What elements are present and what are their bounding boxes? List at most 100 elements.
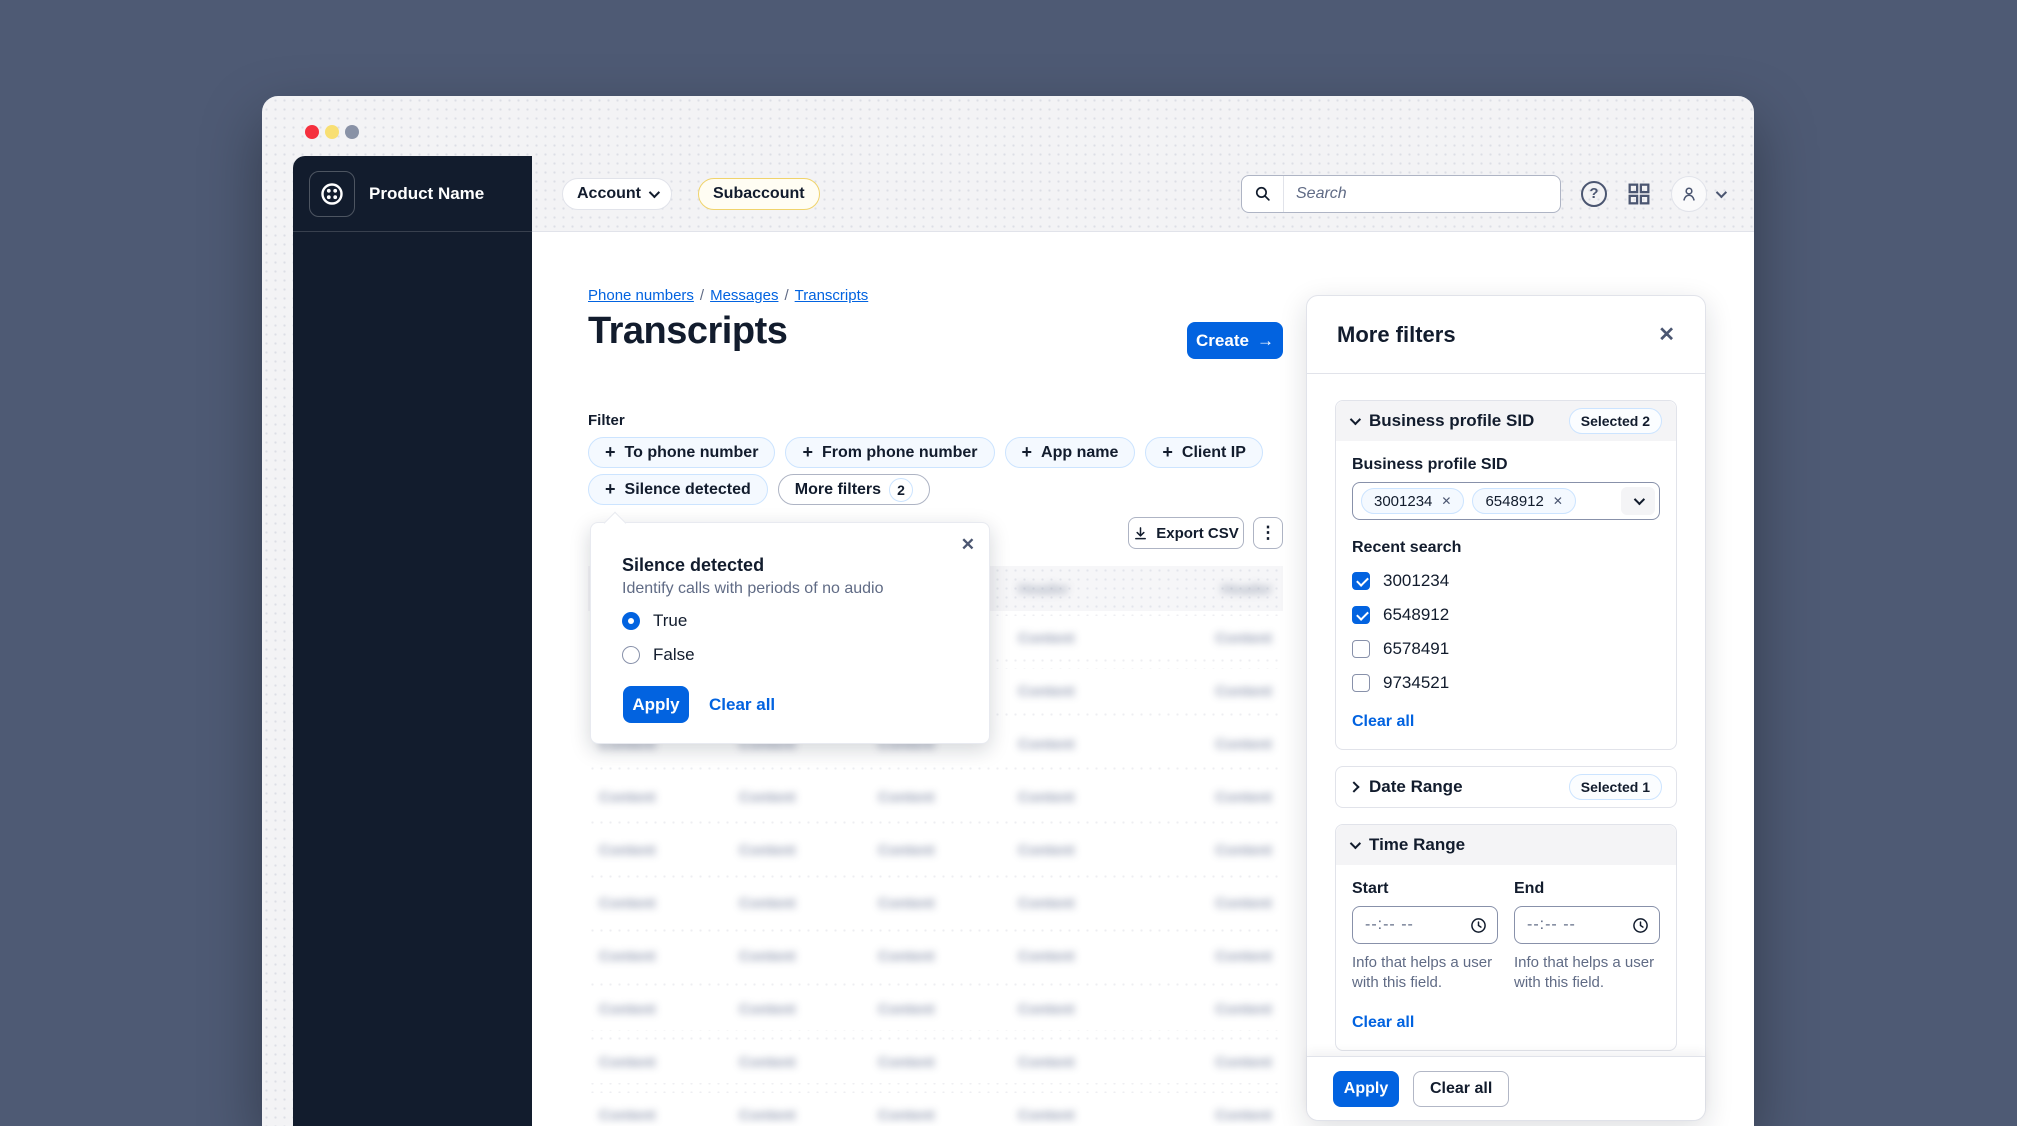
blurred-cell: Content (878, 842, 935, 859)
recent-search-item[interactable]: 6578491 (1352, 639, 1660, 659)
tag-remove-icon[interactable]: ✕ (1553, 494, 1563, 508)
blurred-cell: Content (878, 948, 935, 965)
more-filters-chip[interactable]: More filters2 (778, 474, 930, 505)
user-menu-button[interactable] (1671, 176, 1724, 212)
recent-search-value: 9734521 (1383, 673, 1449, 693)
user-icon (1680, 185, 1698, 203)
table-overflow-menu-button[interactable]: ⋮ (1253, 517, 1283, 549)
minimize-window-dot[interactable] (325, 125, 339, 139)
sidebar-header: Product Name (293, 156, 532, 232)
breadcrumb-link[interactable]: Phone numbers (588, 287, 694, 304)
recent-search-item[interactable]: 9734521 (1352, 673, 1660, 693)
plus-icon: + (1022, 442, 1033, 463)
business-sid-multiselect[interactable]: 3001234 ✕ 6548912 ✕ (1352, 482, 1660, 520)
window-controls (305, 125, 359, 139)
blurred-cell: Content (1215, 630, 1272, 647)
download-icon (1133, 526, 1148, 541)
help-button[interactable]: ? (1581, 181, 1607, 207)
export-csv-button[interactable]: Export CSV (1128, 517, 1244, 549)
radio-unselected-icon[interactable] (622, 646, 640, 664)
avatar (1671, 176, 1707, 212)
blurred-cell: Content (1215, 1054, 1272, 1071)
end-helper-text: Info that helps a user with this field. (1514, 953, 1660, 994)
radio-option-true[interactable]: True (622, 611, 687, 631)
tag-value: 3001234 (1374, 493, 1432, 510)
topbar: Account Subaccount ? (532, 156, 1754, 232)
checkbox-unchecked-icon[interactable] (1352, 640, 1370, 658)
radio-selected-icon[interactable] (622, 612, 640, 630)
accordion-time-header[interactable]: Time Range (1336, 825, 1676, 865)
close-icon: ✕ (961, 535, 975, 554)
product-logo-icon[interactable] (309, 171, 355, 217)
filter-chip[interactable]: +App name (1005, 437, 1136, 468)
clock-icon (1632, 917, 1649, 934)
sidebar: Product Name (293, 156, 532, 1126)
zoom-window-dot[interactable] (345, 125, 359, 139)
recent-search-item[interactable]: 3001234 (1352, 571, 1660, 591)
subaccount-badge[interactable]: Subaccount (698, 178, 820, 210)
end-time-input[interactable] (1527, 916, 1625, 934)
clock-icon (1470, 917, 1487, 934)
selected-tag[interactable]: 6548912 ✕ (1472, 488, 1575, 514)
breadcrumb-separator: / (700, 287, 704, 304)
account-dropdown[interactable]: Account (562, 178, 672, 210)
radio-label: False (653, 645, 695, 665)
checkbox-checked-icon[interactable] (1352, 572, 1370, 590)
blurred-cell: Content (1215, 895, 1272, 912)
search-input[interactable] (1284, 185, 1560, 203)
filter-chip-row-1: +To phone number +From phone number +App n… (588, 437, 1263, 468)
blurred-cell: Content (878, 1001, 935, 1018)
create-label: Create (1196, 331, 1249, 351)
popover-close-button[interactable]: ✕ (961, 535, 975, 555)
filter-chip[interactable]: +To phone number (588, 437, 775, 468)
search-icon[interactable] (1242, 176, 1284, 212)
checkbox-unchecked-icon[interactable] (1352, 674, 1370, 692)
create-button[interactable]: Create → (1187, 322, 1283, 359)
filter-chip[interactable]: +Client IP (1145, 437, 1263, 468)
time-clear-all-link[interactable]: Clear all (1352, 1014, 1414, 1032)
start-time-input[interactable] (1365, 916, 1463, 934)
blurred-cell: Content (1215, 1001, 1272, 1018)
table-row: ContentContentContentContentContent (588, 775, 1283, 818)
breadcrumb-link[interactable]: Messages (710, 287, 778, 304)
popover-apply-button[interactable]: Apply (623, 686, 689, 723)
blurred-cell: Content (599, 895, 656, 912)
panel-close-button[interactable]: ✕ (1658, 322, 1675, 347)
search-bar (1241, 175, 1561, 213)
filter-chip[interactable]: +Silence detected (588, 474, 768, 505)
start-time-label: Start (1352, 880, 1498, 898)
accordion-business-header[interactable]: Business profile SID Selected 2 (1336, 401, 1676, 441)
plus-icon: + (605, 479, 616, 500)
tag-remove-icon[interactable]: ✕ (1441, 494, 1451, 508)
radio-option-false[interactable]: False (622, 645, 695, 665)
accordion-date-range: Date Range Selected 1 (1335, 766, 1677, 808)
blurred-cell: Content (1018, 683, 1075, 700)
checkbox-checked-icon[interactable] (1352, 606, 1370, 624)
blurred-cell: Content (599, 842, 656, 859)
filter-chip[interactable]: +From phone number (785, 437, 994, 468)
select-chevron-button[interactable] (1621, 487, 1655, 515)
selected-tag[interactable]: 3001234 ✕ (1361, 488, 1464, 514)
recent-search-item[interactable]: 6548912 (1352, 605, 1660, 625)
blurred-cell: Content (739, 1054, 796, 1071)
panel-title: More filters (1337, 322, 1456, 348)
apps-grid-button[interactable] (1627, 182, 1651, 206)
panel-apply-button[interactable]: Apply (1333, 1071, 1399, 1107)
blurred-cell: Header (1018, 581, 1069, 598)
breadcrumb-link[interactable]: Transcripts (795, 287, 869, 304)
blurred-cell: Content (1018, 1107, 1075, 1124)
blurred-cell: Content (1215, 789, 1272, 806)
business-clear-all-link[interactable]: Clear all (1352, 713, 1414, 731)
blurred-cell: Content (878, 1054, 935, 1071)
accordion-time-range: Time Range Start (1335, 824, 1677, 1051)
chevron-down-icon (1634, 494, 1645, 505)
radio-label: True (653, 611, 687, 631)
popover-clear-all-link[interactable]: Clear all (709, 695, 775, 715)
panel-clear-all-button[interactable]: Clear all (1413, 1071, 1509, 1107)
accordion-business-profile-sid: Business profile SID Selected 2 Business… (1335, 400, 1677, 750)
blurred-cell: Content (599, 1001, 656, 1018)
accordion-date-header[interactable]: Date Range Selected 1 (1336, 767, 1676, 807)
tag-value: 6548912 (1485, 493, 1543, 510)
close-window-dot[interactable] (305, 125, 319, 139)
table-row: ContentContentContentContentContent (588, 987, 1283, 1030)
